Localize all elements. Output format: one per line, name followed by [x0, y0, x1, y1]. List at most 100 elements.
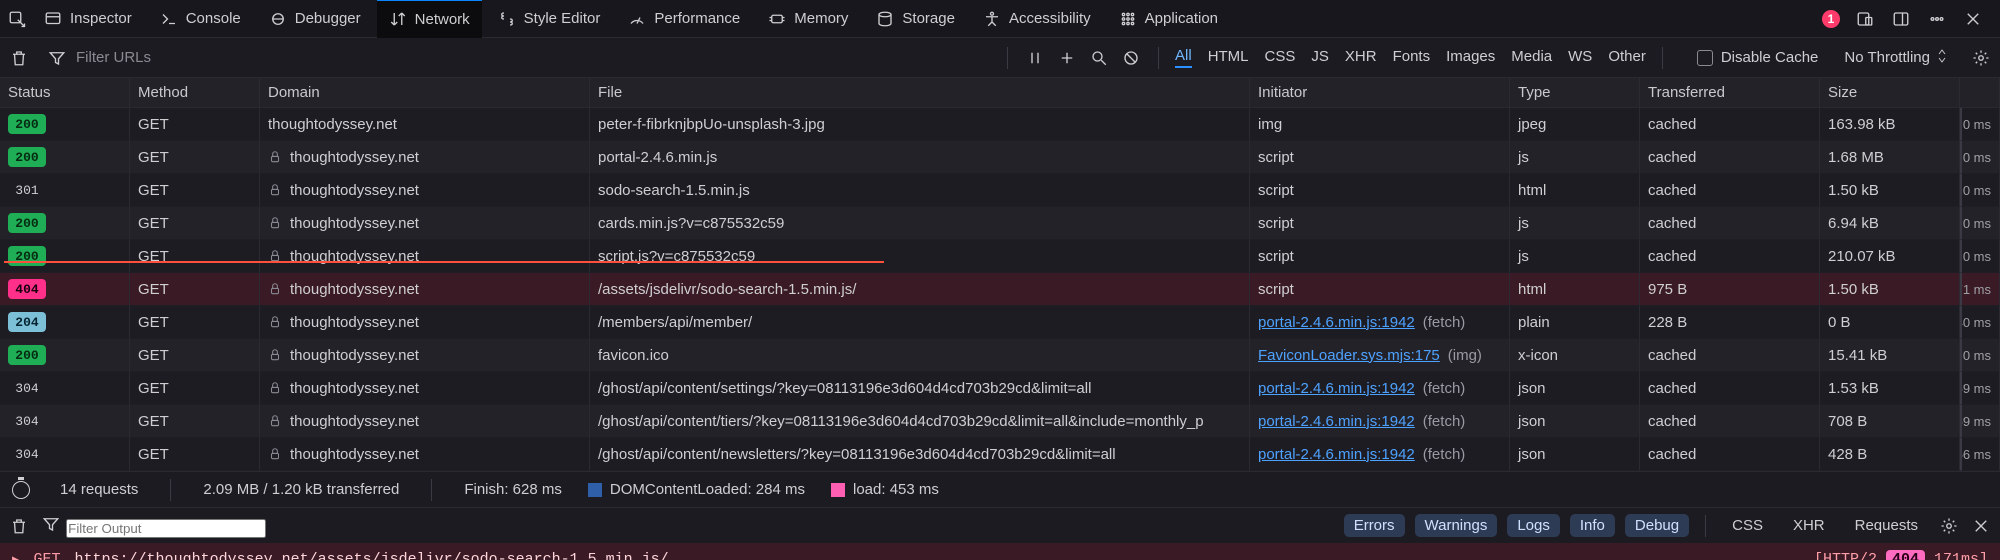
tab-application[interactable]: Application [1107, 0, 1230, 38]
dock-side-icon[interactable] [1890, 8, 1912, 30]
cell-status[interactable]: 304 [0, 405, 130, 438]
cell-file[interactable]: sodo-search-1.5.min.js [590, 174, 1250, 207]
cell-status[interactable]: 304 [0, 438, 130, 471]
cell-size[interactable]: 210.07 kB [1820, 240, 1960, 273]
initiator-link[interactable]: portal-2.4.6.min.js:1942 [1258, 314, 1415, 331]
responsive-mode-icon[interactable] [1854, 8, 1876, 30]
element-picker-icon[interactable] [6, 8, 28, 30]
cell-domain[interactable]: thoughtodyssey.net [260, 141, 590, 174]
cell-domain[interactable]: thoughtodyssey.net [260, 405, 590, 438]
cell-transferred[interactable]: 975 B [1640, 273, 1820, 306]
error-count-badge[interactable]: 1 [1822, 10, 1840, 28]
column-header[interactable]: Status [0, 78, 130, 108]
cell-status[interactable]: 404 [0, 273, 130, 306]
url-filter-input[interactable] [76, 49, 256, 66]
cell-type[interactable]: json [1510, 372, 1640, 405]
cell-file[interactable]: portal-2.4.6.min.js [590, 141, 1250, 174]
cell-type[interactable]: js [1510, 240, 1640, 273]
cell-domain[interactable]: thoughtodyssey.net [260, 306, 590, 339]
cell-time[interactable]: 171 ms [1960, 273, 2000, 306]
cell-domain[interactable]: thoughtodyssey.net [260, 240, 590, 273]
block-icon[interactable] [1120, 47, 1142, 69]
cell-initiator[interactable]: portal-2.4.6.min.js:1942 (fetch) [1250, 438, 1510, 471]
tab-accessibility[interactable]: Accessibility [971, 0, 1103, 38]
cell-size[interactable]: 428 B [1820, 438, 1960, 471]
cell-status[interactable]: 204 [0, 306, 130, 339]
gear-icon[interactable] [1938, 515, 1960, 537]
cell-type[interactable]: json [1510, 405, 1640, 438]
cell-type[interactable]: html [1510, 273, 1640, 306]
trash-icon[interactable] [8, 515, 30, 537]
cell-initiator[interactable]: script [1250, 240, 1510, 273]
cell-method[interactable]: GET [130, 339, 260, 372]
cell-transferred[interactable]: cached [1640, 438, 1820, 471]
trash-icon[interactable] [8, 47, 30, 69]
cell-size[interactable]: 1.50 kB [1820, 174, 1960, 207]
initiator-link[interactable]: portal-2.4.6.min.js:1942 [1258, 380, 1415, 397]
cell-transferred[interactable]: cached [1640, 372, 1820, 405]
cell-domain[interactable]: thoughtodyssey.net [260, 273, 590, 306]
cell-status[interactable]: 200 [0, 141, 130, 174]
tab-storage[interactable]: Storage [864, 0, 967, 38]
console-pill-info[interactable]: Info [1570, 514, 1615, 537]
tab-network[interactable]: Network [377, 0, 482, 38]
cell-file[interactable]: /assets/jsdelivr/sodo-search-1.5.min.js/ [590, 273, 1250, 306]
initiator-link[interactable]: portal-2.4.6.min.js:1942 [1258, 413, 1415, 430]
search-icon[interactable] [1088, 47, 1110, 69]
cell-method[interactable]: GET [130, 141, 260, 174]
cell-initiator[interactable]: portal-2.4.6.min.js:1942 (fetch) [1250, 405, 1510, 438]
tab-console[interactable]: Console [148, 0, 253, 38]
cell-type[interactable]: plain [1510, 306, 1640, 339]
type-chip-fonts[interactable]: Fonts [1393, 48, 1431, 67]
cell-domain[interactable]: thoughtodyssey.net [260, 174, 590, 207]
column-header[interactable]: Transferred [1640, 78, 1820, 108]
console-filter-input[interactable] [66, 519, 266, 538]
cell-file[interactable]: peter-f-fibrknjbpUo-unsplash-3.jpg [590, 108, 1250, 141]
cell-method[interactable]: GET [130, 240, 260, 273]
cell-transferred[interactable]: cached [1640, 141, 1820, 174]
plus-icon[interactable] [1056, 47, 1078, 69]
type-chip-js[interactable]: JS [1311, 48, 1329, 67]
cell-type[interactable]: json [1510, 438, 1640, 471]
cell-type[interactable]: x-icon [1510, 339, 1640, 372]
cell-method[interactable]: GET [130, 273, 260, 306]
cell-file[interactable]: favicon.ico [590, 339, 1250, 372]
cell-time[interactable]: 156 ms [1960, 438, 2000, 471]
cell-transferred[interactable]: cached [1640, 207, 1820, 240]
cell-size[interactable]: 1.68 MB [1820, 141, 1960, 174]
cell-initiator[interactable]: img [1250, 108, 1510, 141]
cell-initiator[interactable]: script [1250, 207, 1510, 240]
tab-performance[interactable]: Performance [616, 0, 752, 38]
cell-file[interactable]: /members/api/member/ [590, 306, 1250, 339]
console-error-entry[interactable]: ▸ GET https://thoughtodyssey.net/assets/… [0, 543, 2000, 560]
initiator-link[interactable]: FaviconLoader.sys.mjs:175 [1258, 347, 1440, 364]
cell-time[interactable]: 0 ms [1960, 240, 2000, 273]
console-toggle-xhr[interactable]: XHR [1783, 514, 1835, 537]
gear-icon[interactable] [1970, 47, 1992, 69]
cell-size[interactable]: 163.98 kB [1820, 108, 1960, 141]
cell-method[interactable]: GET [130, 372, 260, 405]
cell-status[interactable]: 200 [0, 207, 130, 240]
cell-size[interactable]: 15.41 kB [1820, 339, 1960, 372]
column-header[interactable]: Size [1820, 78, 1960, 108]
tab-style-editor[interactable]: Style Editor [486, 0, 613, 38]
stopwatch-icon[interactable] [12, 481, 30, 499]
cell-size[interactable]: 6.94 kB [1820, 207, 1960, 240]
cell-time[interactable]: 0 ms [1960, 339, 2000, 372]
column-header[interactable]: File [590, 78, 1250, 108]
console-pill-debug[interactable]: Debug [1625, 514, 1689, 537]
cell-type[interactable]: js [1510, 207, 1640, 240]
column-header[interactable]: Type [1510, 78, 1640, 108]
type-chip-other[interactable]: Other [1608, 48, 1646, 67]
cell-type[interactable]: js [1510, 141, 1640, 174]
cell-domain[interactable]: thoughtodyssey.net [260, 108, 590, 141]
cell-time[interactable]: 0 ms [1960, 174, 2000, 207]
disable-cache-toggle[interactable]: Disable Cache [1697, 49, 1819, 66]
console-filter[interactable] [40, 513, 266, 538]
console-pill-warnings[interactable]: Warnings [1415, 514, 1498, 537]
cell-size[interactable]: 0 B [1820, 306, 1960, 339]
cell-transferred[interactable]: 228 B [1640, 306, 1820, 339]
console-toggle-requests[interactable]: Requests [1845, 514, 1928, 537]
type-chip-html[interactable]: HTML [1208, 48, 1249, 67]
cell-method[interactable]: GET [130, 405, 260, 438]
